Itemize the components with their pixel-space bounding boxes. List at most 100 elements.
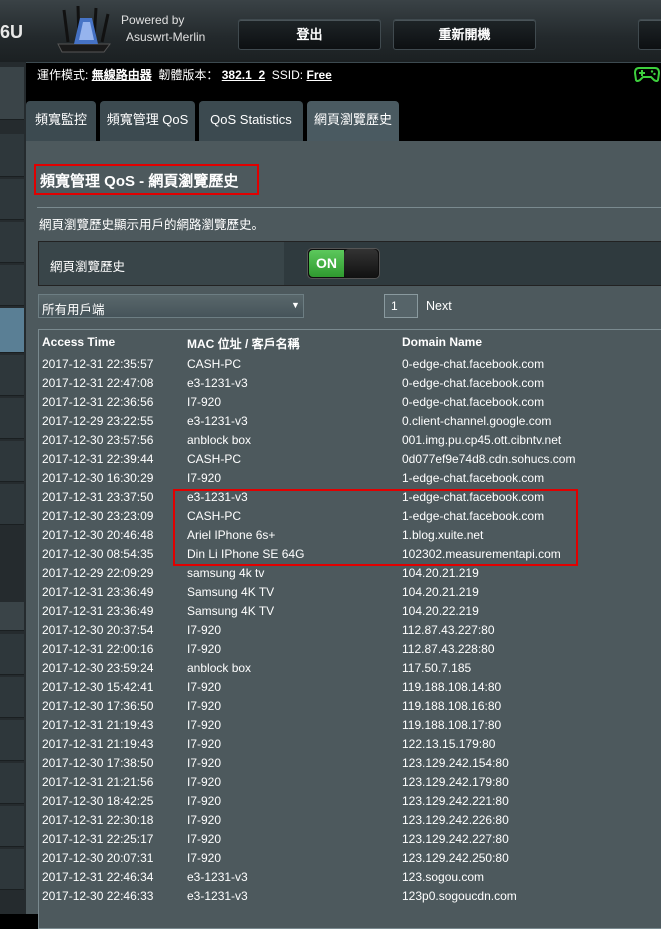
page-title: 頻寬管理 QoS - 網頁瀏覽歷史: [40, 173, 239, 190]
access-time-cell: 2017-12-31 22:00:16: [42, 642, 154, 656]
client-name-cell: I7-920: [187, 851, 222, 865]
side-menu-item[interactable]: [0, 484, 24, 525]
domain-name-cell: 117.50.7.185: [402, 661, 472, 675]
mode-value-link[interactable]: 無線路由器: [92, 68, 152, 82]
reboot-button[interactable]: 重新開機: [393, 19, 536, 50]
domain-name-cell: 119.188.108.17:80: [402, 718, 502, 732]
side-menu-item[interactable]: [0, 355, 24, 396]
side-menu-edge: [0, 62, 26, 914]
access-time-cell: 2017-12-30 23:57:56: [42, 433, 154, 447]
table-row: 2017-12-31 22:00:16 I7-920 112.87.43.228:8…: [42, 640, 661, 659]
access-time-cell: 2017-12-30 22:46:33: [42, 889, 154, 903]
table-row: 2017-12-31 22:36:56 I7-920 0-edge-chat.fac…: [42, 393, 661, 412]
tab-web-history[interactable]: 網頁瀏覽歷史: [307, 101, 399, 141]
next-page-button[interactable]: Next: [426, 299, 452, 313]
client-name-cell: e3-1231-v3: [187, 889, 248, 903]
access-time-cell: 2017-12-31 21:19:43: [42, 737, 154, 751]
firmware-version-link[interactable]: 382.1_2: [222, 68, 265, 82]
side-menu-item[interactable]: [0, 222, 24, 263]
client-name-cell: I7-920: [187, 642, 222, 656]
dropdown-arrow-icon: ▼: [291, 300, 300, 310]
firmware-name: Asuswrt-Merlin: [126, 30, 206, 44]
table-row: 2017-12-30 20:07:31 I7-920 123.129.242.250…: [42, 849, 661, 868]
domain-name-cell: 104.20.22.219: [402, 604, 479, 618]
domain-name-cell: 0-edge-chat.facebook.com: [402, 376, 545, 390]
access-time-cell: 2017-12-30 18:42:25: [42, 794, 154, 808]
domain-name-cell: 1-edge-chat.facebook.com: [402, 471, 545, 485]
table-row: 2017-12-31 22:39:44 CASH-PC 0d077ef9e74d8.…: [42, 450, 661, 469]
access-time-cell: 2017-12-30 20:37:54: [42, 623, 154, 637]
client-name-cell: I7-920: [187, 813, 222, 827]
table-row: 2017-12-30 17:36:50 I7-920 119.188.108.16:…: [42, 697, 661, 716]
side-menu-item[interactable]: [0, 763, 24, 804]
client-name-cell: Samsung 4K TV: [187, 585, 275, 599]
access-time-cell: 2017-12-30 23:59:24: [42, 661, 154, 675]
side-menu-item[interactable]: [0, 398, 24, 439]
column-header-client: MAC 位址 / 客戶名稱: [187, 337, 300, 351]
tab-qos[interactable]: 頻寬管理 QoS: [100, 101, 195, 141]
domain-name-cell: 123.129.242.179:80: [402, 775, 509, 789]
side-menu-item[interactable]: [0, 849, 24, 890]
access-time-cell: 2017-12-31 23:36:49: [42, 604, 154, 618]
client-name-cell: Samsung 4K TV: [187, 604, 275, 618]
access-time-cell: 2017-12-31 23:36:49: [42, 585, 154, 599]
client-name-cell: e3-1231-v3: [187, 376, 248, 390]
domain-name-cell: 123.129.242.226:80: [402, 813, 509, 827]
setting-label-cell: 網頁瀏覽歷史: [39, 242, 284, 285]
page-description: 網頁瀏覽歷史顯示用戶的網路瀏覽歷史。: [39, 218, 265, 232]
side-menu-item[interactable]: [0, 441, 24, 482]
client-name-cell: e3-1231-v3: [187, 870, 248, 884]
table-row: 2017-12-30 16:30:29 I7-920 1-edge-chat.fac…: [42, 469, 661, 488]
access-time-cell: 2017-12-30 16:30:29: [42, 471, 154, 485]
toggle-knob: [344, 249, 378, 278]
table-row: 2017-12-31 21:21:56 I7-920 123.129.242.179…: [42, 773, 661, 792]
side-menu-item-active[interactable]: [0, 308, 24, 353]
side-menu-item[interactable]: [0, 602, 24, 631]
brand-suffix: 6U: [0, 22, 24, 42]
tab-traffic-monitor[interactable]: 頻寬監控: [26, 101, 96, 141]
side-menu-item[interactable]: [0, 179, 24, 220]
domain-name-cell: 001.img.pu.cp45.ott.cibntv.net: [402, 433, 562, 447]
side-menu-item[interactable]: [0, 134, 24, 177]
side-menu-item[interactable]: [0, 806, 24, 847]
side-menu-item[interactable]: [0, 677, 24, 718]
access-time-cell: 2017-12-31 22:46:34: [42, 870, 154, 884]
column-header-domain: Domain Name: [402, 335, 483, 349]
ssid-label: SSID:: [271, 68, 304, 82]
side-menu-item[interactable]: [0, 67, 24, 120]
domain-name-cell: 0-edge-chat.facebook.com: [402, 357, 545, 371]
client-name-cell: CASH-PC: [187, 452, 242, 466]
web-history-toggle[interactable]: ON: [307, 248, 380, 279]
tab-qos-statistics[interactable]: QoS Statistics: [199, 101, 303, 141]
router-logo-icon: [57, 5, 111, 53]
access-time-cell: 2017-12-31 21:21:56: [42, 775, 154, 789]
client-name-cell: e3-1231-v3: [187, 414, 248, 428]
domain-name-cell: 123.129.242.221:80: [402, 794, 509, 808]
access-time-cell: 2017-12-30 17:36:50: [42, 699, 154, 713]
domain-name-cell: 104.20.21.219: [402, 585, 479, 599]
side-menu-item[interactable]: [0, 720, 24, 761]
domain-name-cell: 112.87.43.227:80: [402, 623, 495, 637]
client-name-cell: I7-920: [187, 775, 222, 789]
client-filter-select[interactable]: 所有用戶端 ▼: [38, 294, 304, 318]
table-row: 2017-12-30 22:46:33 e3-1231-v3 123p0.sogou…: [42, 887, 661, 906]
table-row: 2017-12-31 21:19:43 I7-920 119.188.108.17:…: [42, 716, 661, 735]
side-menu-item[interactable]: [0, 634, 24, 675]
access-time-cell: 2017-12-30 15:42:41: [42, 680, 154, 694]
client-name-cell: I7-920: [187, 471, 222, 485]
ssid-value-link[interactable]: Free: [306, 68, 331, 82]
side-menu-item[interactable]: [0, 265, 24, 306]
language-button[interactable]: [638, 19, 661, 50]
title-divider: [37, 207, 661, 208]
domain-name-cell: 0d077ef9e74d8.cdn.sohucs.com: [402, 452, 576, 466]
gamepad-icon[interactable]: [634, 65, 660, 83]
access-time-cell: 2017-12-31 21:19:43: [42, 718, 154, 732]
client-name-cell: I7-920: [187, 699, 222, 713]
logout-button[interactable]: 登出: [238, 19, 381, 50]
access-time-cell: 2017-12-30 20:46:48: [42, 528, 154, 542]
domain-name-cell: 123.129.242.250:80: [402, 851, 509, 865]
top-banner: 6U Powered by Asuswrt-Merlin 登出 重新開機: [0, 0, 661, 63]
client-name-cell: I7-920: [187, 718, 222, 732]
page-number-input[interactable]: 1: [384, 294, 418, 318]
client-name-cell: I7-920: [187, 737, 222, 751]
